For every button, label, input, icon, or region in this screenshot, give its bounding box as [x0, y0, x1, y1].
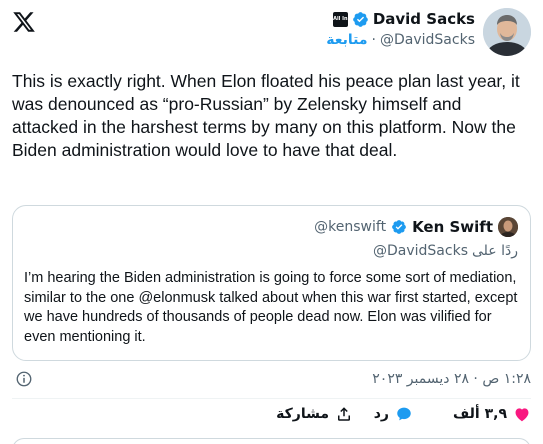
quoted-tweet-card[interactable]: @kenswift Ken Swift @DavidSacks ردًا على… [12, 205, 531, 361]
affiliate-badge-icon[interactable]: All In [332, 11, 348, 27]
reply-button[interactable]: رد [374, 405, 413, 423]
heart-icon [515, 408, 529, 422]
tweet-text: This is exactly right. When Elon floated… [12, 71, 520, 160]
author-display-name[interactable]: David Sacks [373, 10, 475, 28]
verified-badge-icon [352, 11, 368, 27]
tweet-author: All In David Sacks متابعة · @DavidSacks [326, 8, 531, 56]
quoted-author: @kenswift Ken Swift [314, 217, 518, 237]
like-button[interactable]: ٣,٩ ألف [453, 405, 531, 423]
quoted-avatar [498, 217, 518, 237]
quoted-text: I’m hearing the Biden administration is … [24, 270, 518, 345]
follow-button[interactable]: متابعة [326, 32, 367, 48]
share-label: مشاركة [276, 406, 329, 422]
author-handle[interactable]: @DavidSacks [380, 32, 475, 48]
quoted-handle: @kenswift [314, 219, 387, 235]
reply-prefix: ردًا على [472, 243, 518, 259]
avatar-portrait-icon [483, 8, 531, 56]
info-icon[interactable] [15, 370, 33, 388]
reply-label: رد [373, 406, 389, 422]
share-button[interactable]: مشاركة [276, 405, 353, 423]
share-icon [338, 407, 350, 421]
quoted-display-name: Ken Swift [412, 218, 493, 236]
separator-dot: · [371, 32, 376, 48]
reply-handle: @DavidSacks [373, 243, 468, 259]
author-name-row[interactable]: All In David Sacks [332, 8, 475, 30]
quoted-avatar-portrait-icon [498, 217, 518, 237]
author-text: All In David Sacks متابعة · @DavidSacks [326, 8, 475, 48]
divider [12, 398, 531, 399]
reply-composer-edge [12, 438, 531, 444]
tweet-timestamp[interactable]: ١:٢٨ ص · ٢٨ ديسمبر ٢٠٢٣ [372, 371, 531, 387]
verified-badge-icon [392, 220, 406, 234]
action-bar: ٣,٩ ألف رد مشاركة [0, 405, 543, 431]
author-handle-row: متابعة · @DavidSacks [326, 32, 475, 48]
author-avatar[interactable] [483, 8, 531, 56]
reply-bubble-icon [397, 407, 411, 421]
affiliate-badge-text: All In [333, 15, 348, 22]
like-count: ٣,٩ ألف [452, 406, 507, 422]
x-logo-icon[interactable] [12, 10, 36, 34]
quoted-reply-context: @DavidSacks ردًا على [373, 243, 518, 259]
